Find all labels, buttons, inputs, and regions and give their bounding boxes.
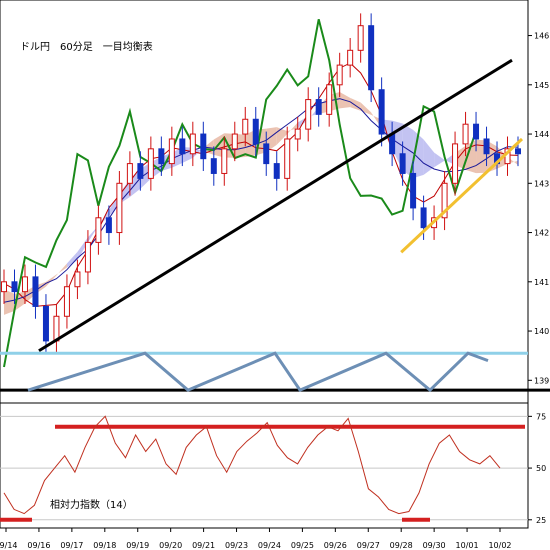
- candle-body: [368, 25, 375, 91]
- candle-body: [105, 217, 112, 234]
- price-tick-label: 141: [534, 278, 549, 287]
- candle-body: [147, 148, 154, 179]
- time-tick-label: 09/21: [192, 541, 215, 550]
- candle-body: [11, 281, 18, 293]
- price-tick-label: 146: [534, 32, 549, 41]
- candle-body: [273, 163, 280, 179]
- price-tick-label: 142: [534, 229, 549, 238]
- candle-body: [420, 207, 427, 229]
- candle-body: [389, 133, 396, 155]
- candle-body: [336, 64, 343, 86]
- candle-body: [1, 281, 7, 293]
- main-chart-title: ドル円 60分足 一目均衡表: [20, 40, 153, 53]
- candle-body: [179, 138, 186, 155]
- candle-body: [462, 123, 469, 145]
- candle-body: [242, 118, 249, 135]
- time-tick-label: 09/19: [126, 541, 149, 550]
- rsi-tick-label: 25: [536, 516, 546, 525]
- time-tick-label: 09/14: [0, 541, 18, 550]
- main-panel-frame: [0, 0, 529, 404]
- candle-body: [95, 217, 102, 243]
- candle-body: [473, 123, 480, 140]
- time-tick-label: 09/30: [423, 541, 446, 550]
- price-y-axis: 139 140 141 142 143 144 145 146: [528, 32, 549, 385]
- candle-body: [200, 133, 207, 160]
- candle-body: [326, 84, 333, 115]
- candle-body: [410, 172, 417, 209]
- rsi-y-axis: 25 50 75: [528, 412, 546, 525]
- candle-body: [483, 138, 490, 155]
- candle-body: [284, 138, 291, 179]
- time-tick-label: 09/26: [324, 541, 347, 550]
- candle-body: [263, 143, 270, 165]
- candle-body: [189, 133, 196, 155]
- time-tick-label: 10/02: [488, 541, 511, 550]
- candle-body: [399, 153, 406, 174]
- rsi-title: 相対力指数（14）: [50, 498, 133, 511]
- candle-body: [63, 286, 70, 317]
- price-tick-label: 144: [534, 130, 549, 139]
- time-tick-label: 09/28: [390, 541, 413, 550]
- time-tick-label: 09/18: [93, 541, 116, 550]
- candle-body: [378, 89, 385, 135]
- candle-body: [126, 163, 133, 184]
- candle-body: [84, 241, 91, 273]
- candle-body: [252, 118, 259, 145]
- candle-body: [315, 99, 322, 115]
- candle-body: [21, 276, 28, 293]
- time-tick-label: 09/24: [258, 541, 281, 550]
- price-tick-label: 139: [534, 376, 549, 385]
- candle-body: [231, 133, 238, 150]
- time-tick-label: 09/23: [225, 541, 248, 550]
- candle-body: [210, 158, 217, 174]
- main-panel: [0, 0, 529, 404]
- candle-body: [74, 271, 81, 288]
- time-tick-label: 09/20: [159, 541, 182, 550]
- price-tick-label: 145: [534, 81, 549, 90]
- time-tick-label: 10/01: [456, 541, 479, 550]
- candle-body: [347, 49, 354, 66]
- candle-body: [158, 148, 165, 165]
- rsi-tick-label: 75: [536, 412, 546, 421]
- candle-body: [42, 305, 49, 342]
- candle-body: [221, 148, 228, 174]
- price-tick-label: 140: [534, 327, 549, 336]
- rsi-tick-label: 50: [536, 464, 546, 473]
- time-tick-label: 09/17: [60, 541, 83, 550]
- candle-body: [168, 138, 175, 165]
- time-tick-label: 09/16: [27, 541, 50, 550]
- time-tick-label: 09/25: [291, 541, 314, 550]
- candle-body: [137, 163, 144, 179]
- time-tick-label: 09/27: [357, 541, 380, 550]
- candle-body: [452, 143, 459, 184]
- price-tick-label: 143: [534, 179, 549, 188]
- chart-canvas: 139140141142143144145146 255075 09/1409/…: [0, 0, 550, 550]
- candle-body: [515, 148, 521, 155]
- candle-body: [116, 182, 123, 234]
- candle-body: [32, 276, 39, 307]
- time-x-axis: 09/14 09/16 09/17 09/18 09/19 09/20 09/21 09/23…: [0, 528, 512, 550]
- candle-body: [294, 128, 301, 140]
- candle-body: [357, 25, 364, 51]
- candle-body: [305, 99, 312, 130]
